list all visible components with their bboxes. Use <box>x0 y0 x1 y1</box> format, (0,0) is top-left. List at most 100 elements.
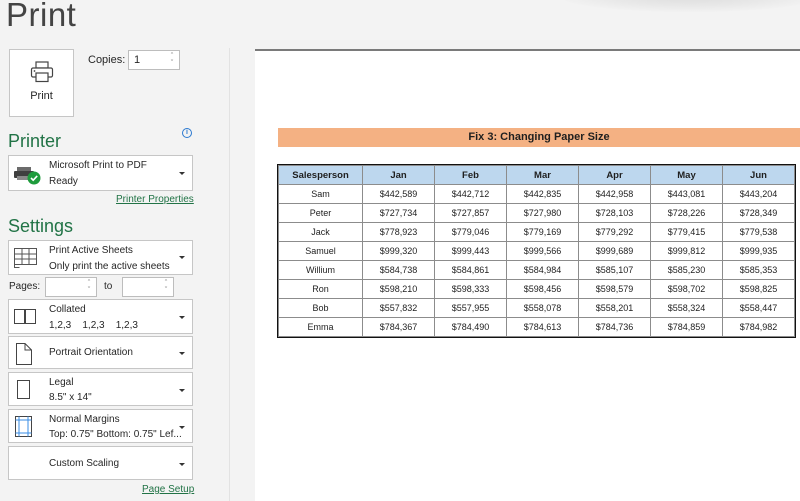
scaling-title: Custom Scaling <box>49 458 120 469</box>
paper-size-subtitle: 8.5" x 14" <box>49 392 92 403</box>
collation-subtitle: 1,2,3 1,2,3 1,2,3 <box>49 320 138 331</box>
chevron-down-icon <box>179 389 185 392</box>
printer-properties-link[interactable]: Printer Properties <box>116 194 194 205</box>
sales-value-cell: $558,447 <box>722 298 795 318</box>
sales-value-cell: $558,078 <box>506 298 579 318</box>
sales-value-cell: $598,825 <box>722 279 795 299</box>
salesperson-cell: Sam <box>278 184 363 204</box>
chevron-down-icon <box>179 172 185 175</box>
column-header: Jun <box>722 165 795 185</box>
margins-dropdown[interactable]: Normal Margins Top: 0.75" Bottom: 0.75" … <box>8 409 193 443</box>
page-setup-link[interactable]: Page Setup <box>142 484 194 495</box>
column-header: Jan <box>362 165 435 185</box>
column-header: Apr <box>578 165 651 185</box>
column-header: Mar <box>506 165 579 185</box>
copies-input[interactable]: 1 ˆ ˇ <box>128 50 180 70</box>
table-row: Jack $778,923 $779,046 $779,169 $779,292 $779… <box>278 222 795 242</box>
print-what-dropdown[interactable]: Print Active Sheets Only print the activ… <box>8 240 193 275</box>
sales-value-cell: $999,320 <box>362 241 435 261</box>
orientation-dropdown[interactable]: Portrait Orientation <box>8 336 193 369</box>
paper-size-dropdown[interactable]: Legal 8.5" x 14" <box>8 372 193 406</box>
print-button[interactable]: Print <box>9 49 74 117</box>
spin-down-icon[interactable]: ˇ <box>171 60 173 67</box>
sales-value-cell: $999,935 <box>722 241 795 261</box>
sales-value-cell: $727,734 <box>362 203 435 223</box>
scaling-dropdown[interactable]: Custom Scaling <box>8 446 193 480</box>
print-preview: Fix 3: Changing Paper Size Salesperson Ja… <box>255 49 800 501</box>
table-row: Ron $598,210 $598,333 $598,456 $598,579 $598,… <box>278 279 795 299</box>
sales-value-cell: $584,984 <box>506 260 579 280</box>
pages-to-spinner[interactable]: ˆ ˇ <box>161 278 171 296</box>
table-row: Sam $442,589 $442,712 $442,835 $442,958 $443,… <box>278 184 795 204</box>
printer-icon <box>30 61 53 83</box>
sheet-title: Fix 3: Changing Paper Size <box>278 128 800 147</box>
salesperson-cell: Willium <box>278 260 363 280</box>
column-header: May <box>650 165 723 185</box>
sales-value-cell: $728,103 <box>578 203 651 223</box>
collated-icon <box>14 309 36 324</box>
chevron-down-icon <box>179 316 185 319</box>
sales-value-cell: $598,579 <box>578 279 651 299</box>
sales-value-cell: $779,538 <box>722 222 795 242</box>
sheet-grid-icon <box>14 248 37 268</box>
sales-value-cell: $784,613 <box>506 317 579 337</box>
pages-from-spinner[interactable]: ˆ ˇ <box>84 278 94 296</box>
salesperson-cell: Bob <box>278 298 363 318</box>
collation-dropdown[interactable]: Collated 1,2,3 1,2,3 1,2,3 <box>8 299 193 334</box>
sales-value-cell: $558,324 <box>650 298 723 318</box>
sales-value-cell: $784,490 <box>434 317 507 337</box>
sales-value-cell: $779,046 <box>434 222 507 242</box>
printer-dropdown[interactable]: Microsoft Print to PDF Ready <box>8 155 193 191</box>
margins-subtitle: Top: 0.75" Bottom: 0.75" Lef... <box>49 429 182 440</box>
spin-down-icon[interactable]: ˇ <box>88 287 90 294</box>
sales-value-cell: $784,859 <box>650 317 723 337</box>
sales-value-cell: $728,349 <box>722 203 795 223</box>
sales-value-cell: $584,738 <box>362 260 435 280</box>
sales-value-cell: $779,292 <box>578 222 651 242</box>
settings-section-title: Settings <box>8 216 74 236</box>
orientation-title: Portrait Orientation <box>49 347 133 358</box>
sales-value-cell: $443,081 <box>650 184 723 204</box>
sales-value-cell: $999,566 <box>506 241 579 261</box>
sales-value-cell: $598,333 <box>434 279 507 299</box>
sales-value-cell: $584,861 <box>434 260 507 280</box>
spin-up-icon[interactable]: ˆ <box>165 280 167 287</box>
pages-to-input[interactable]: ˆ ˇ <box>122 277 174 297</box>
sales-value-cell: $557,955 <box>434 298 507 318</box>
sales-value-cell: $585,230 <box>650 260 723 280</box>
salesperson-cell: Peter <box>278 203 363 223</box>
sales-value-cell: $598,456 <box>506 279 579 299</box>
pages-from-input[interactable]: ˆ ˇ <box>45 277 97 297</box>
table-row: Peter $727,734 $727,857 $727,980 $728,103 $72… <box>278 203 795 223</box>
sales-value-cell: $443,204 <box>722 184 795 204</box>
spin-up-icon[interactable]: ˆ <box>88 280 90 287</box>
pages-label: Pages: <box>9 281 41 292</box>
sales-value-cell: $442,589 <box>362 184 435 204</box>
spin-up-icon[interactable]: ˆ <box>171 53 173 60</box>
collation-title: Collated <box>49 304 86 315</box>
table-header-row: Salesperson Jan Feb Mar Apr May Jun <box>278 165 795 185</box>
sales-value-cell: $727,857 <box>434 203 507 223</box>
sales-value-cell: $442,835 <box>506 184 579 204</box>
salesperson-cell: Ron <box>278 279 363 299</box>
sales-value-cell: $784,982 <box>722 317 795 337</box>
print-button-label: Print <box>30 90 53 102</box>
spin-down-icon[interactable]: ˇ <box>165 287 167 294</box>
paper-size-title: Legal <box>49 377 74 388</box>
sales-value-cell: $784,367 <box>362 317 435 337</box>
info-icon[interactable]: i <box>182 128 192 138</box>
panel-divider <box>229 48 230 501</box>
background-decoration <box>560 0 800 12</box>
table-row: Bob $557,832 $557,955 $558,078 $558,201 $558,… <box>278 298 795 318</box>
sales-value-cell: $585,107 <box>578 260 651 280</box>
margins-icon <box>15 416 32 437</box>
sales-value-cell: $557,832 <box>362 298 435 318</box>
sales-value-cell: $558,201 <box>578 298 651 318</box>
pages-to-label: to <box>104 281 113 292</box>
margins-title: Normal Margins <box>49 414 120 425</box>
sales-value-cell: $779,415 <box>650 222 723 242</box>
sales-value-cell: $598,210 <box>362 279 435 299</box>
copies-spinner[interactable]: ˆ ˇ <box>167 51 177 69</box>
sales-value-cell: $585,353 <box>722 260 795 280</box>
print-what-subtitle: Only print the active sheets <box>49 261 170 272</box>
